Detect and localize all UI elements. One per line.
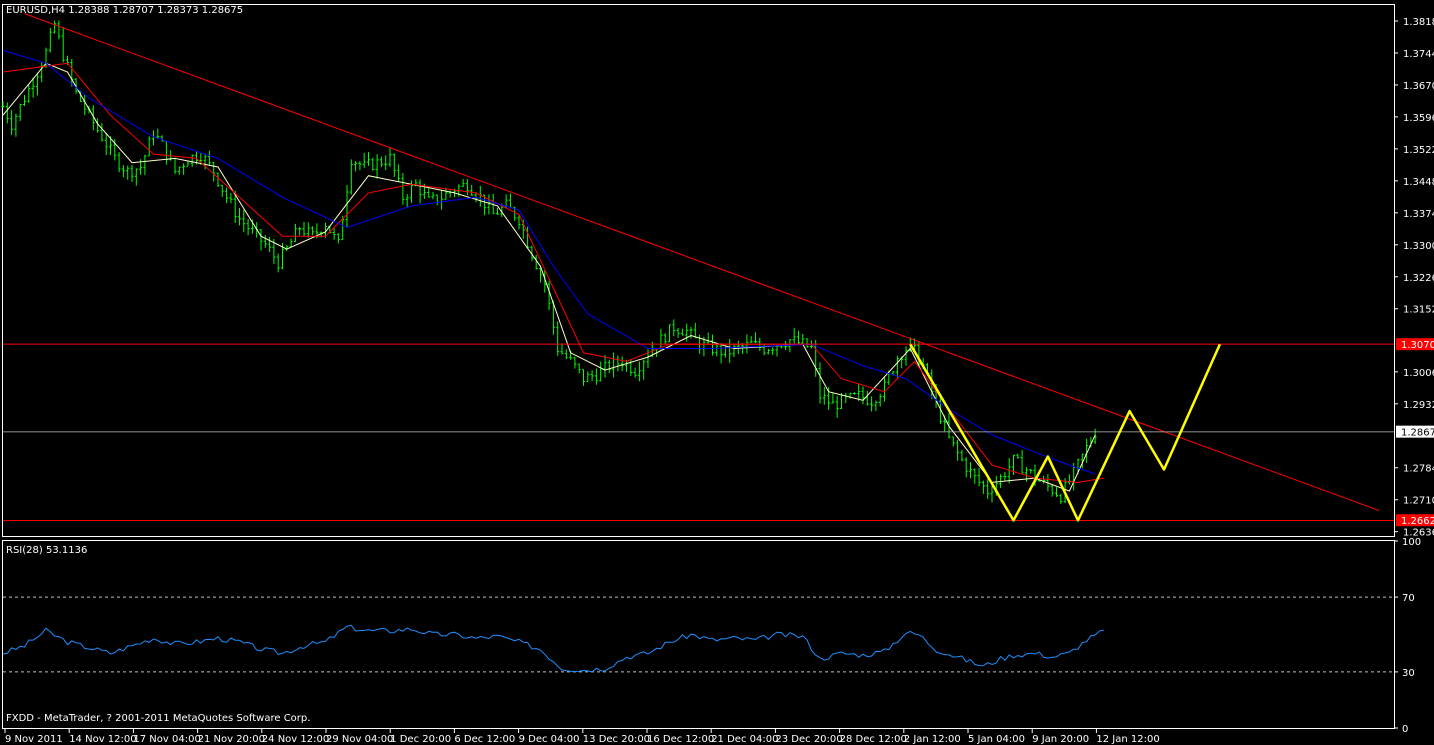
rsi-tick-label: 70 — [1402, 593, 1415, 604]
time-tick-label: 9 Dec 04:00 — [519, 734, 580, 745]
time-tick-label: 23 Dec 20:00 — [775, 734, 842, 745]
symbol-header: EURUSD,H4 1.28388 1.28707 1.28373 1.2867… — [6, 5, 244, 16]
rsi-header: RSI(28) 53.1136 — [6, 545, 88, 556]
level-price-tag-1: 1.30700 — [1401, 340, 1434, 351]
price-tick-label: 1.30060 — [1403, 368, 1434, 379]
time-tick-label: 12 Jan 12:00 — [1096, 734, 1159, 745]
price-tick-label: 1.33740 — [1403, 209, 1434, 220]
time-tick-label: 28 Dec 12:00 — [840, 734, 907, 745]
time-tick-label: 9 Jan 20:00 — [1032, 734, 1089, 745]
current-price-tag: 1.28675 — [1401, 428, 1434, 439]
price-tick-label: 1.38180 — [1403, 17, 1434, 28]
price-tick-label: 1.37440 — [1403, 49, 1434, 60]
price-tick-label: 1.33000 — [1403, 241, 1434, 252]
time-tick-label: 13 Dec 20:00 — [583, 734, 650, 745]
time-tick-label: 2 Jan 12:00 — [904, 734, 961, 745]
copyright-footer: FXDD - MetaTrader, ? 2001-2011 MetaQuote… — [6, 713, 311, 724]
price-tick-label: 1.31520 — [1403, 305, 1434, 316]
time-tick-label: 6 Dec 12:00 — [454, 734, 515, 745]
time-tick-label: 9 Nov 2011 — [5, 734, 63, 745]
price-tick-label: 1.35220 — [1403, 145, 1434, 156]
rsi-tick-label: 100 — [1402, 537, 1421, 548]
time-tick-label: 29 Nov 04:00 — [326, 734, 393, 745]
price-tick-label: 1.36700 — [1403, 81, 1434, 92]
time-tick-label: 5 Jan 04:00 — [968, 734, 1025, 745]
price-tick-label: 1.35960 — [1403, 113, 1434, 124]
price-tick-label: 1.29320 — [1403, 400, 1434, 411]
time-tick-label: 21 Dec 04:00 — [711, 734, 778, 745]
price-tick-label: 1.34480 — [1403, 177, 1434, 188]
price-tick-label: 1.27100 — [1403, 496, 1434, 507]
time-tick-label: 16 Dec 12:00 — [647, 734, 714, 745]
time-tick-label: 14 Nov 12:00 — [69, 734, 136, 745]
time-tick-label: 17 Nov 04:00 — [133, 734, 200, 745]
rsi-tick-label: 30 — [1402, 668, 1415, 679]
time-tick-label: 21 Nov 20:00 — [198, 734, 265, 745]
chart-canvas: 1.38180 1.37440 1.36700 1.35960 1.35220 1.344… — [0, 0, 1434, 745]
rsi-tick-label: 0 — [1402, 724, 1408, 735]
price-tick-label: 1.32260 — [1403, 273, 1434, 284]
time-tick-label: 1 Dec 20:00 — [390, 734, 451, 745]
price-tick-label: 1.27840 — [1403, 464, 1434, 475]
time-tick-label: 24 Nov 12:00 — [262, 734, 329, 745]
level-price-tag-2: 1.26625 — [1401, 516, 1434, 527]
